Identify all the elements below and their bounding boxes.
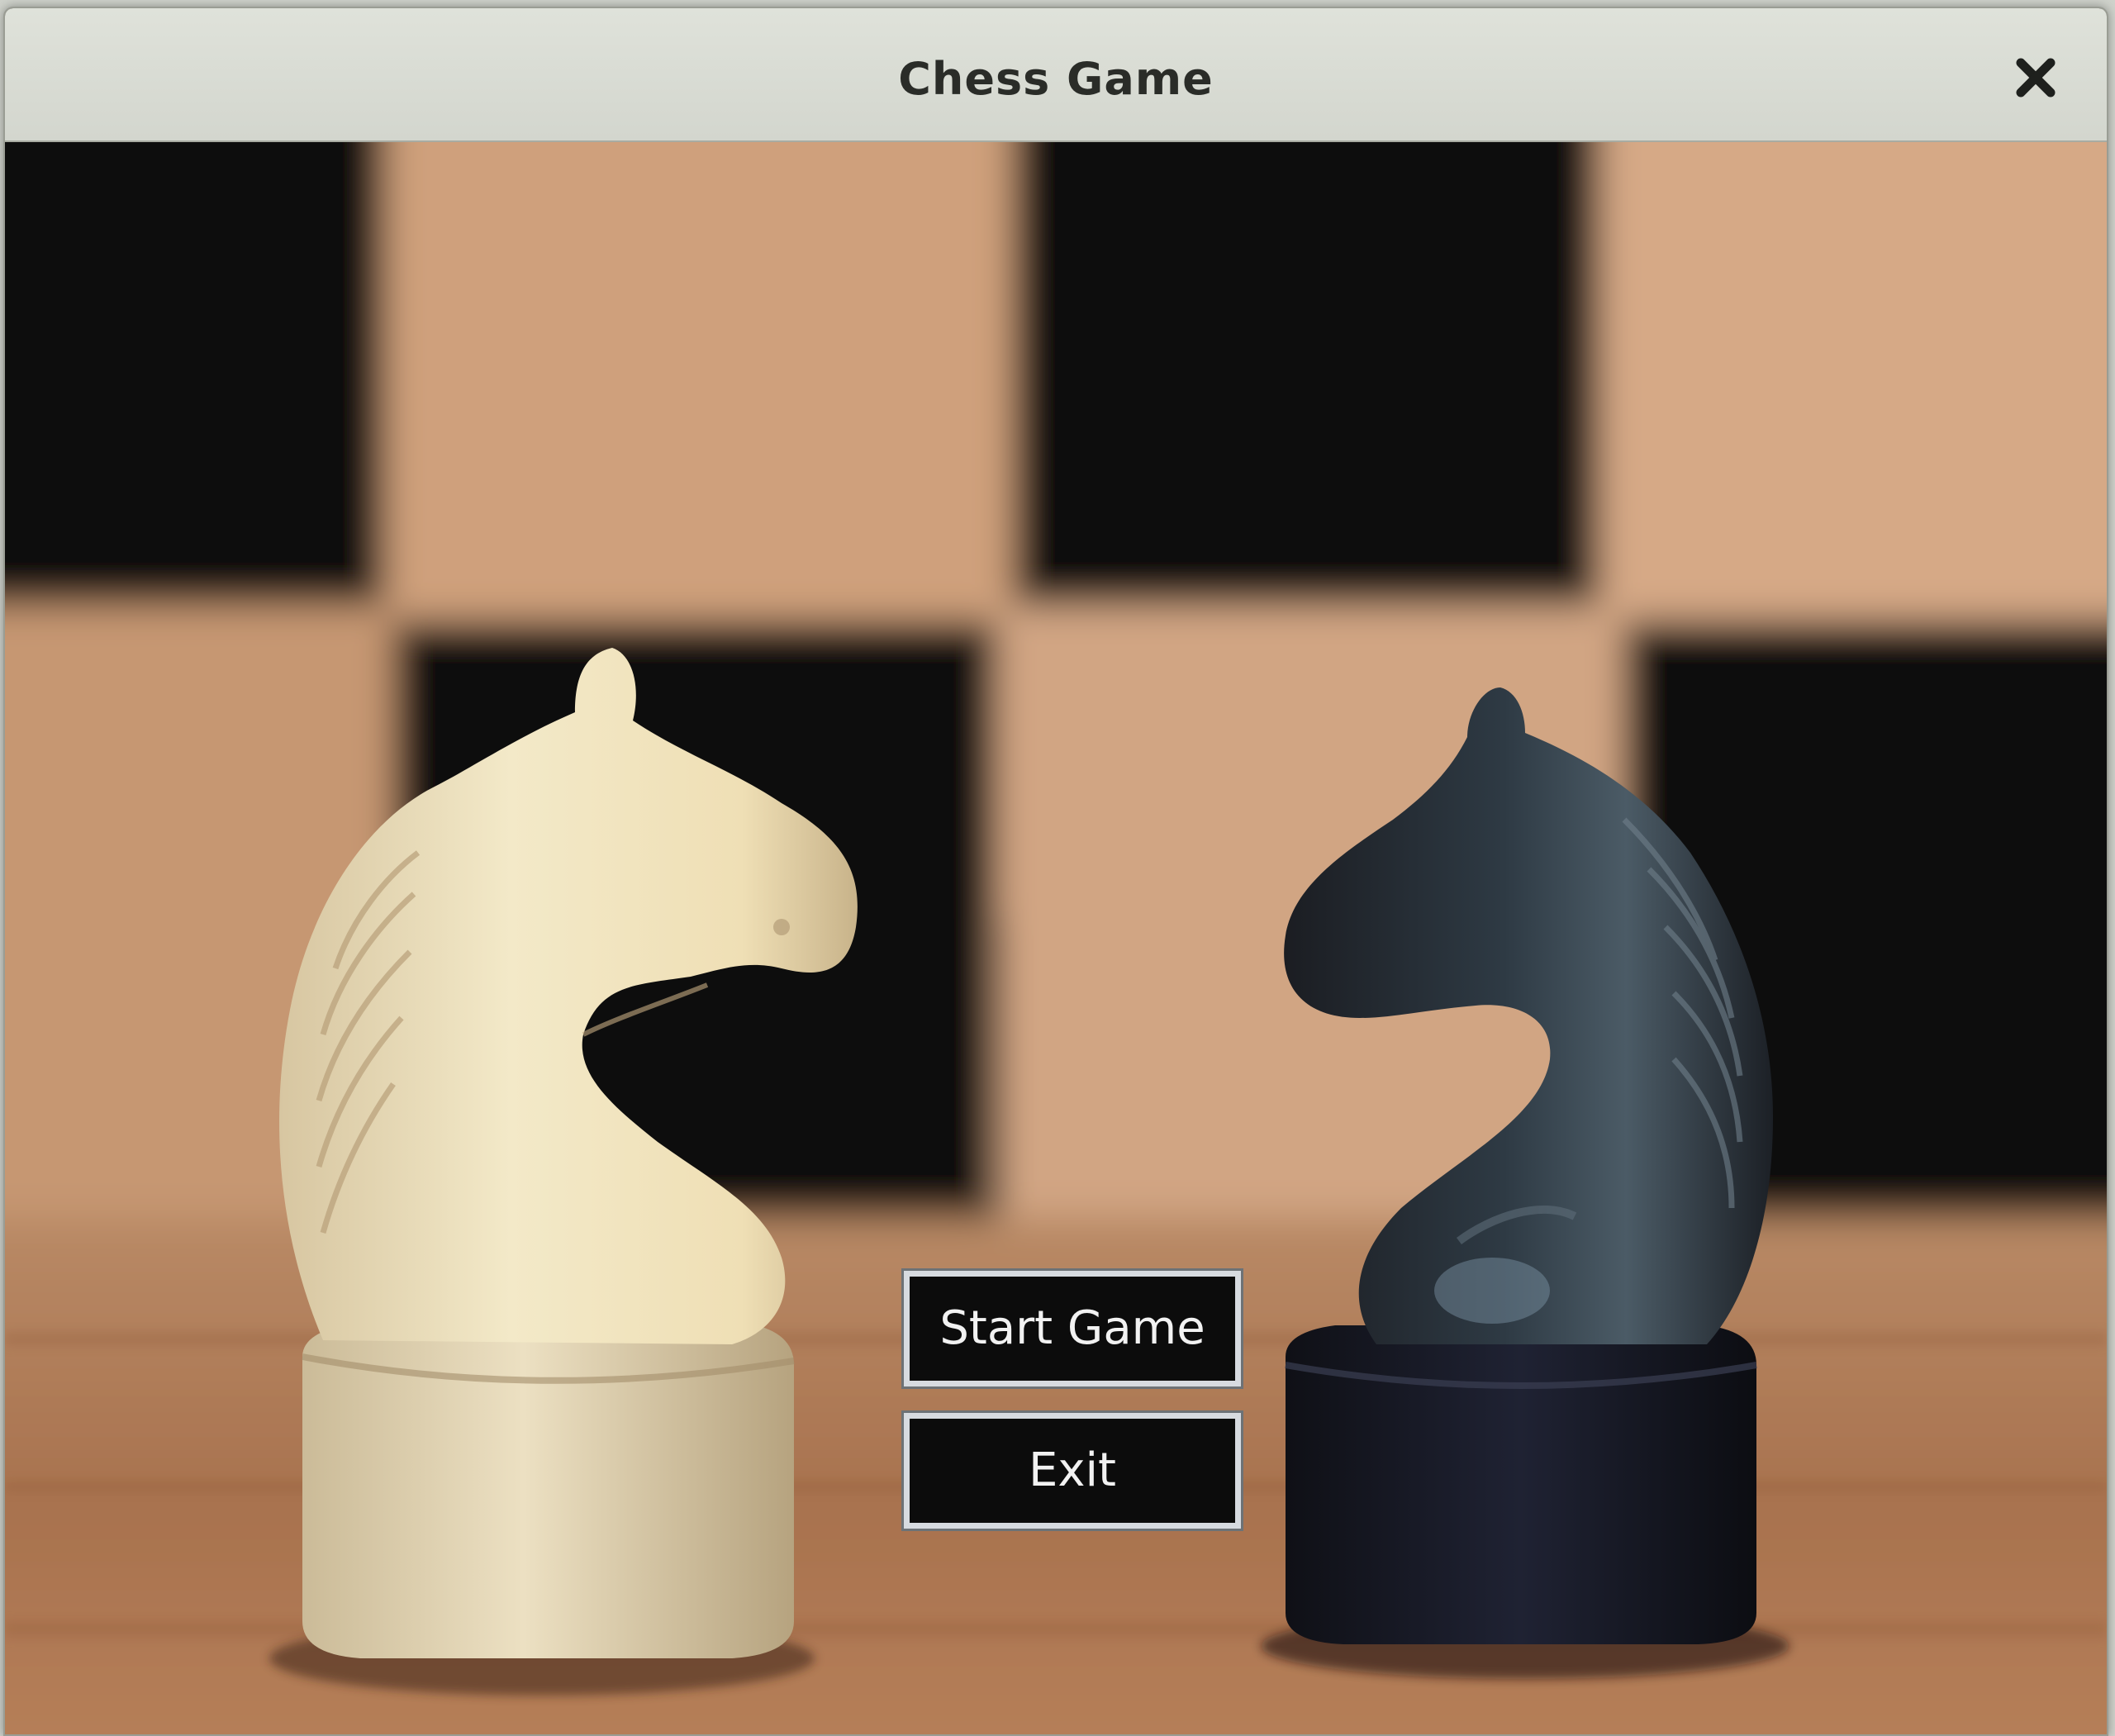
- close-icon: [2016, 58, 2056, 98]
- app-window: Chess Game Start Game Exit: [3, 7, 2108, 1736]
- title-bar[interactable]: Chess Game: [5, 8, 2107, 142]
- exit-button[interactable]: Exit: [904, 1413, 1241, 1529]
- start-game-button[interactable]: Start Game: [904, 1271, 1241, 1386]
- window-title: Chess Game: [898, 53, 1214, 105]
- main-content: Start Game Exit: [5, 142, 2107, 1734]
- close-button[interactable]: [2006, 48, 2065, 107]
